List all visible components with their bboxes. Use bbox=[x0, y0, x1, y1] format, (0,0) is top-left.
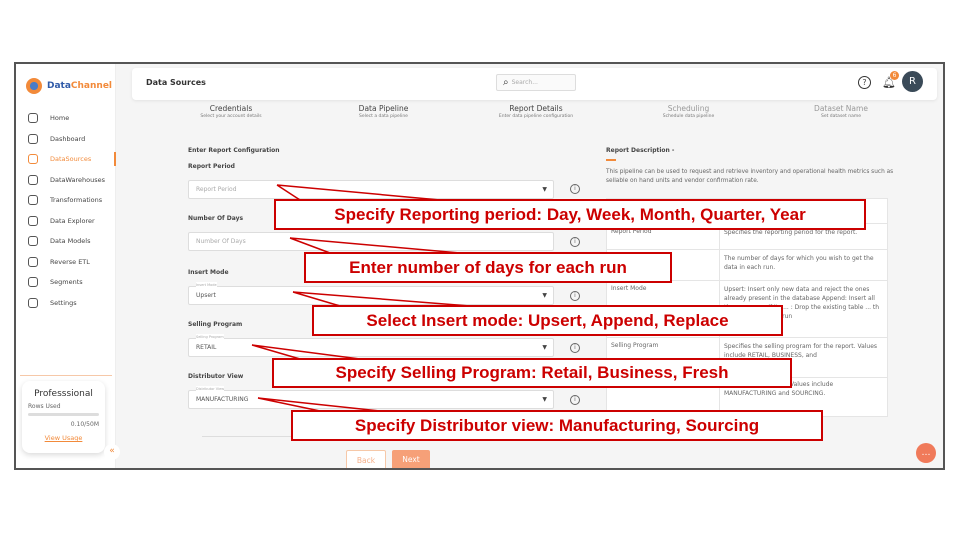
callout-distributor-view: Specify Distributor view: Manufacturing,… bbox=[291, 410, 823, 441]
pointer-line bbox=[292, 291, 471, 307]
pointer-line bbox=[289, 237, 461, 254]
pointer-line bbox=[251, 344, 361, 360]
callout-number-of-days: Enter number of days for each run bbox=[304, 252, 672, 283]
callout-insert-mode: Select Insert mode: Upsert, Append, Repl… bbox=[312, 305, 783, 336]
pointer-line bbox=[276, 184, 441, 201]
callout-report-period: Specify Reporting period: Day, Week, Mon… bbox=[274, 199, 866, 230]
callout-selling-program: Specify Selling Program: Retail, Busines… bbox=[272, 358, 792, 388]
